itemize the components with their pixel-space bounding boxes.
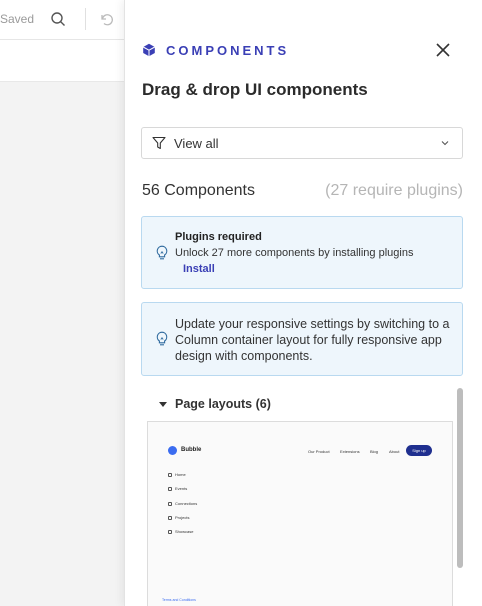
filter-dropdown[interactable]: View all xyxy=(141,127,463,159)
responsive-notice-text: Update your responsive settings by switc… xyxy=(175,317,450,363)
preview-menu-item: Connections xyxy=(168,501,197,506)
undo-icon[interactable] xyxy=(98,11,114,27)
saved-status: Saved xyxy=(0,12,35,26)
preview-menu-item: Home xyxy=(168,472,186,477)
search-icon[interactable] xyxy=(50,11,66,27)
preview-nav-item: Our Product xyxy=(308,449,330,454)
filter-value: View all xyxy=(174,135,219,151)
preview-nav-item: About xyxy=(389,449,400,454)
preview-menu-item: Events xyxy=(168,486,187,491)
preview-logo xyxy=(168,446,177,455)
panel-scrollbar[interactable] xyxy=(457,388,463,568)
panel-subtitle: Drag & drop UI components xyxy=(142,80,368,99)
page-layouts-section-label: Page layouts (6) xyxy=(175,397,271,411)
install-plugins-link[interactable]: Install xyxy=(183,263,215,275)
people-icon xyxy=(168,501,172,506)
plugins-notice-body: Unlock 27 more components by installing … xyxy=(175,247,414,259)
plugin-requirement-count: (27 require plugins) xyxy=(325,182,463,199)
preview-nav-item: Extensions xyxy=(340,449,360,454)
responsive-settings-notice: Update your responsive settings by switc… xyxy=(141,302,463,376)
page-layouts-section-toggle[interactable]: Page layouts (6) xyxy=(159,396,271,412)
showcase-icon xyxy=(168,529,172,534)
preview-brand: Bubble xyxy=(181,447,202,453)
components-panel: COMPONENTS Drag & drop UI components Vie… xyxy=(124,0,482,606)
component-count-row: 56 Components (27 require plugins) xyxy=(142,182,463,204)
preview-signup-button: Sign up xyxy=(406,445,432,456)
chevron-down-icon xyxy=(441,141,449,146)
plugins-required-notice: Plugins required Unlock 27 more componen… xyxy=(141,216,463,289)
lightbulb-icon xyxy=(156,245,168,260)
panel-title: COMPONENTS xyxy=(166,42,290,58)
preview-menu-item: Showcase xyxy=(168,529,193,534)
calendar-icon xyxy=(168,486,172,491)
page-layout-preview-card[interactable]: Bubble Our Product Extensions Blog About… xyxy=(147,421,453,606)
preview-menu-item: Projects xyxy=(168,515,189,520)
preview-nav-item: Blog xyxy=(370,449,379,454)
toolbar-divider xyxy=(85,8,86,30)
plugins-notice-title: Plugins required xyxy=(175,231,262,243)
preview-terms-link: Terms and Conditions xyxy=(162,598,196,602)
component-count: 56 Components xyxy=(142,182,255,199)
projects-icon xyxy=(168,515,172,520)
lightbulb-icon xyxy=(156,331,168,346)
home-icon xyxy=(168,472,172,477)
caret-down-icon xyxy=(159,401,167,407)
cube-icon xyxy=(142,43,156,57)
close-icon[interactable] xyxy=(433,40,453,60)
panel-header: COMPONENTS xyxy=(142,40,289,60)
filter-icon xyxy=(152,136,166,150)
